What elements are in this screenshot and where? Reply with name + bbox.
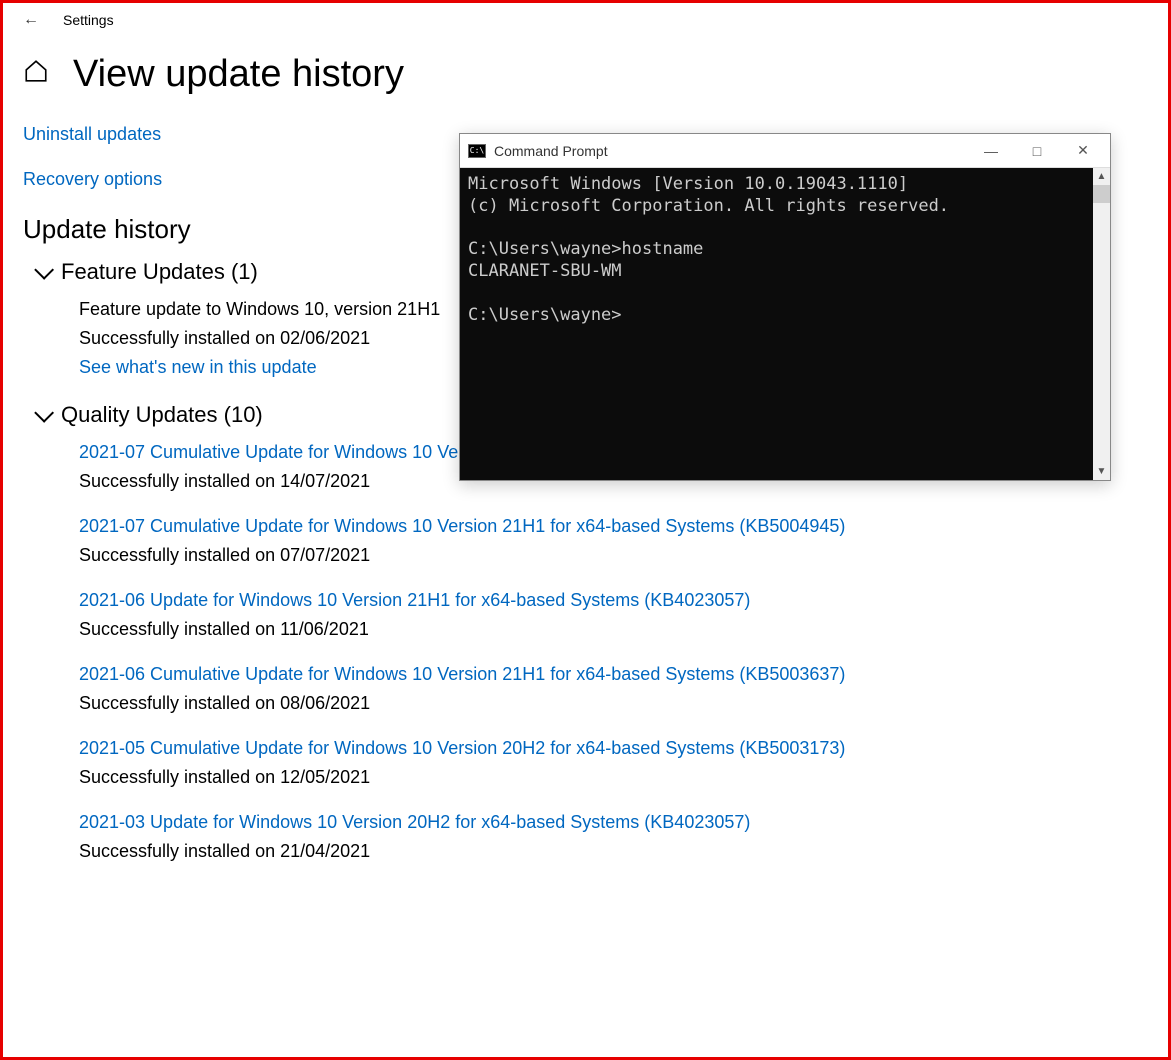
command-prompt-window[interactable]: C:\ Command Prompt ― □ ✕ Microsoft Windo… [459,133,1111,481]
update-item: 2021-07 Cumulative Update for Windows 10… [79,516,1148,566]
update-title-link[interactable]: 2021-07 Cumulative Update for Windows 10… [79,516,1148,537]
see-whats-new-link[interactable]: See what's new in this update [79,357,317,377]
home-icon[interactable] [23,58,49,91]
cmd-titlebar[interactable]: C:\ Command Prompt ― □ ✕ [460,134,1110,168]
update-status: Successfully installed on 11/06/2021 [79,619,1148,640]
update-title-link[interactable]: 2021-05 Cumulative Update for Windows 10… [79,738,1148,759]
maximize-button[interactable]: □ [1014,136,1060,166]
update-item: 2021-05 Cumulative Update for Windows 10… [79,738,1148,788]
page-title: View update history [73,53,404,96]
update-title-link[interactable]: 2021-06 Update for Windows 10 Version 21… [79,590,1148,611]
update-item: 2021-06 Update for Windows 10 Version 21… [79,590,1148,640]
cmd-icon: C:\ [468,144,486,158]
scroll-up-icon[interactable]: ▲ [1093,168,1110,185]
close-button[interactable]: ✕ [1060,136,1106,166]
top-bar: ← Settings [23,11,1148,29]
update-status: Successfully installed on 21/04/2021 [79,841,1148,862]
scroll-track[interactable] [1093,185,1110,463]
window-controls: ― □ ✕ [968,136,1106,166]
update-item: 2021-06 Cumulative Update for Windows 10… [79,664,1148,714]
scroll-down-icon[interactable]: ▼ [1093,463,1110,480]
update-status: Successfully installed on 12/05/2021 [79,767,1148,788]
cmd-body-wrap: Microsoft Windows [Version 10.0.19043.11… [460,168,1110,480]
back-arrow-icon[interactable]: ← [23,11,39,29]
chevron-down-icon [34,403,54,423]
update-title-link[interactable]: 2021-03 Update for Windows 10 Version 20… [79,812,1148,833]
update-title-link[interactable]: 2021-06 Cumulative Update for Windows 10… [79,664,1148,685]
cmd-scrollbar[interactable]: ▲ ▼ [1093,168,1110,480]
cmd-output[interactable]: Microsoft Windows [Version 10.0.19043.11… [460,168,1093,480]
scroll-thumb[interactable] [1093,185,1110,203]
quality-updates-label: Quality Updates (10) [61,402,263,428]
minimize-button[interactable]: ― [968,136,1014,166]
cmd-title: Command Prompt [494,143,968,159]
update-status: Successfully installed on 07/07/2021 [79,545,1148,566]
feature-updates-label: Feature Updates (1) [61,259,258,285]
app-title: Settings [63,12,114,28]
update-item: 2021-03 Update for Windows 10 Version 20… [79,812,1148,862]
page-header: View update history [23,53,1148,96]
update-status: Successfully installed on 08/06/2021 [79,693,1148,714]
chevron-down-icon [34,260,54,280]
